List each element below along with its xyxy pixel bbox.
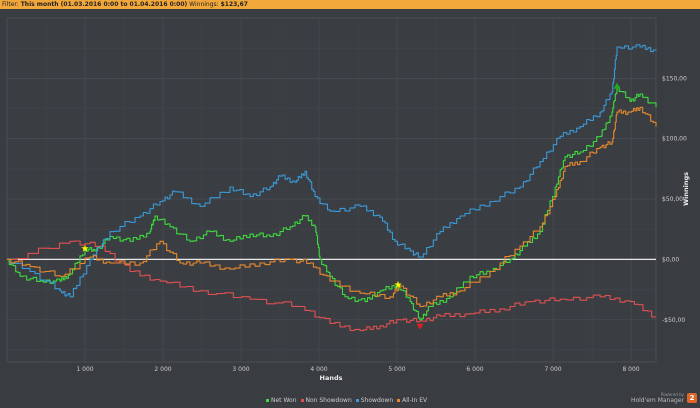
- hm2-logo-icon: 2: [687, 393, 697, 403]
- x-tick-label: 3 000: [232, 366, 249, 373]
- legend-label: Net Won: [271, 397, 297, 404]
- y-tick-label: $150,00: [662, 75, 687, 82]
- legend-swatch: [355, 399, 359, 402]
- legend: Net Won Non Showdown Showdown All-In EV: [266, 397, 427, 404]
- grid: [6, 17, 657, 363]
- legend-label: All-In EV: [402, 397, 428, 404]
- y-tick-label: $0,00: [662, 256, 679, 263]
- legend-swatch: [397, 399, 401, 402]
- x-tick-label: 1 000: [76, 366, 93, 373]
- winnings-chart: 1 000 2 000 3 000 4 000 5 000 6 000 7 000 8 000…: [6, 17, 690, 382]
- legend-swatch: [266, 399, 269, 402]
- filter-bar: Filter: This month (01.03.2016 0:00 to 0…: [0, 0, 700, 9]
- legend-item[interactable]: Non Showdown: [300, 397, 352, 404]
- legend-item[interactable]: All-In EV: [397, 397, 427, 404]
- plot-area: [6, 17, 657, 363]
- legend-label: Non Showdown: [305, 397, 352, 404]
- x-tick-label: 5 000: [388, 366, 405, 373]
- y-tick-label: $100,00: [662, 136, 687, 143]
- filter-value[interactable]: This month (01.03.2016 0:00 to 01.04.201…: [21, 1, 188, 8]
- x-tick-label: 2 000: [154, 366, 171, 373]
- legend-swatch: [300, 399, 304, 402]
- y-axis-label: Winnings: [682, 172, 690, 206]
- legend-label: Showdown: [360, 397, 394, 404]
- winnings-value: $123,67: [220, 1, 248, 8]
- legend-item[interactable]: Net Won: [266, 397, 297, 404]
- x-tick-label: 7 000: [544, 366, 561, 373]
- x-tick-label: 8 000: [622, 366, 639, 373]
- x-axis-label: Hands: [320, 374, 343, 382]
- y-tick-label: -$50,00: [662, 317, 685, 324]
- brand: Powered by Hold'em Manager: [631, 392, 684, 404]
- y-tick-label: $50,00: [662, 196, 683, 203]
- legend-item[interactable]: Showdown: [355, 397, 394, 404]
- filter-label: Filter:: [2, 1, 19, 8]
- brand-name: Hold'em Manager: [630, 397, 684, 404]
- x-tick-label: 6 000: [466, 366, 483, 373]
- winnings-label: Winnings:: [189, 1, 219, 8]
- x-tick-label: 4 000: [310, 366, 327, 373]
